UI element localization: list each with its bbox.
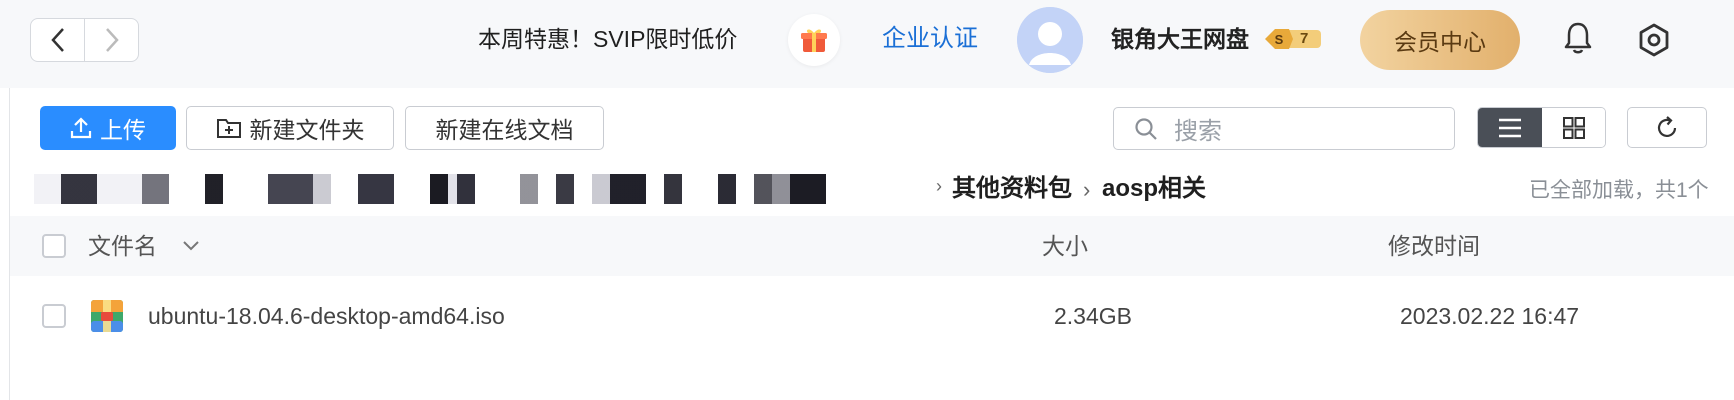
enterprise-verify-link[interactable]: 企业认证: [882, 22, 978, 56]
breadcrumb: › 其他资料包 › aosp相关 已全部加载，共1个: [10, 164, 1734, 216]
new-doc-label: 新建在线文档: [435, 117, 574, 143]
settings-icon[interactable]: [1636, 22, 1672, 58]
file-size: 2.34GB: [1054, 303, 1132, 329]
grid-view-button[interactable]: [1542, 108, 1605, 147]
upload-icon: [70, 117, 92, 139]
member-center-button[interactable]: 会员中心: [1360, 10, 1520, 70]
bell-icon[interactable]: [1562, 20, 1594, 56]
chevron-right-icon: [105, 28, 119, 52]
vip-level: 7: [1300, 30, 1309, 47]
column-header-modified[interactable]: 修改时间: [1388, 230, 1480, 262]
breadcrumb-separator: ›: [1083, 177, 1091, 202]
breadcrumb-item-other-materials[interactable]: 其他资料包: [952, 172, 1072, 206]
gift-button[interactable]: [788, 14, 840, 66]
refresh-icon: [1657, 115, 1677, 137]
forward-button[interactable]: [84, 19, 138, 61]
file-modified-time: 2023.02.22 16:47: [1400, 303, 1580, 329]
chevron-down-icon[interactable]: [182, 238, 200, 254]
back-button[interactable]: [31, 19, 84, 61]
new-folder-button[interactable]: 新建文件夹: [186, 106, 394, 150]
vip-badge-letter: S: [1275, 32, 1284, 47]
svip-promo-link[interactable]: 本周特惠！SVIP限时低价: [478, 22, 737, 56]
gift-icon: [801, 29, 827, 52]
search-icon: [1135, 117, 1157, 140]
user-avatar-icon: [1017, 7, 1083, 73]
new-folder-label: 新建文件夹: [249, 117, 365, 143]
column-header-size[interactable]: 大小: [1042, 230, 1088, 262]
history-nav: [30, 18, 139, 62]
refresh-button[interactable]: [1627, 107, 1707, 148]
username[interactable]: 银角大王网盘: [1111, 22, 1249, 56]
svip-badge-icon: S: [1265, 29, 1321, 49]
table-header: 文件名 大小 修改时间: [10, 216, 1734, 276]
column-header-name[interactable]: 文件名: [88, 230, 157, 262]
table-row[interactable]: ubuntu-18.04.6-desktop-amd64.iso 2.34GB …: [10, 276, 1734, 356]
list-icon: [1499, 118, 1521, 137]
view-toggle: [1477, 107, 1606, 148]
upload-label: 上传: [100, 117, 146, 143]
select-all-checkbox[interactable]: [42, 234, 66, 258]
grid-icon: [1562, 116, 1585, 139]
chevron-left-icon: [50, 28, 64, 52]
breadcrumb-separator: ›: [936, 176, 942, 196]
search-placeholder: 搜索: [1174, 118, 1222, 145]
search-input[interactable]: 搜索: [1113, 107, 1455, 150]
load-status: 已全部加载，共1个: [1529, 179, 1709, 202]
breadcrumb-item-current: aosp相关: [1102, 175, 1207, 202]
new-online-doc-button[interactable]: 新建在线文档: [405, 106, 604, 150]
file-name[interactable]: ubuntu-18.04.6-desktop-amd64.iso: [148, 299, 505, 333]
folder-plus-icon: [216, 119, 241, 138]
breadcrumb-redacted: [34, 174, 934, 204]
top-header: 本周特惠！SVIP限时低价 企业认证 银角大王网盘 S 7 会员中心: [0, 0, 1734, 88]
upload-button[interactable]: 上传: [40, 106, 176, 150]
list-view-button[interactable]: [1478, 108, 1542, 147]
archive-file-icon: [91, 300, 123, 332]
row-checkbox[interactable]: [42, 304, 66, 328]
avatar[interactable]: [1017, 7, 1083, 73]
